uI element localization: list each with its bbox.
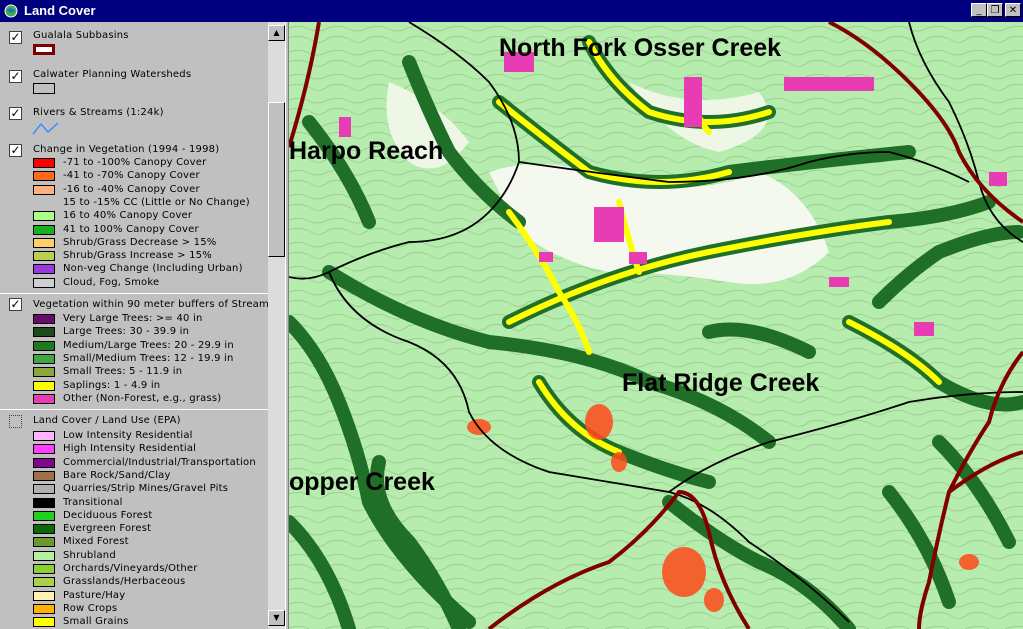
legend-item-label: Transitional [63,496,123,508]
scroll-down-button[interactable]: ▼ [268,610,285,626]
veg-buffers-checkbox[interactable]: ✓ [9,298,22,311]
legend-item-label: High Intensity Residential [63,443,197,455]
legend-swatch [33,524,55,535]
subbasins-checkbox[interactable]: ✓ [9,31,22,44]
legend-scrollbar[interactable]: ▲ ▼ [268,22,285,629]
restore-button[interactable]: ❐ [987,3,1003,17]
legend-item-label: Pasture/Hay [63,589,126,601]
legend-swatch [33,577,55,588]
legend-swatch [33,314,55,324]
legend-swatch [33,444,55,455]
legend-swatch [33,457,55,468]
legend-item-label: Commercial/Industrial/Transportation [63,456,256,468]
legend-item-label: Bare Rock/Sand/Clay [63,469,171,481]
scroll-up-button[interactable]: ▲ [268,25,285,41]
legend-item-label: Shrub/Grass Increase > 15% [63,250,212,262]
map-view[interactable]: North Fork Osser Creek Harpo Reach Flat … [289,22,1023,629]
veg-buffers-title: Vegetation within 90 meter buffers of St… [33,299,268,310]
legend-swatch [33,224,55,235]
legend-swatch [33,564,55,574]
label-harpo-reach: Harpo Reach [289,137,444,165]
title-bar[interactable]: Land Cover _ ❐ ✕ [0,0,1023,22]
legend-item-label: Non-veg Change (Including Urban) [63,263,243,275]
legend-swatch [33,484,55,495]
legend-item-label: -41 to -70% Canopy Cover [63,170,200,182]
legend-item-label: -16 to -40% Canopy Cover [63,183,200,195]
legend-item-label: Small Trees: 5 - 11.9 in [63,366,183,378]
legend-swatch [33,510,55,521]
veg-change-title: Change in Vegetation (1994 - 1998) [33,144,220,155]
legend-item-label: Small/Medium Trees: 12 - 19.9 in [63,352,234,364]
map-canvas [289,22,1023,629]
land-cover-window: Land Cover _ ❐ ✕ ✓ Gualala Subbasins ✓ C… [0,0,1023,629]
minimize-button[interactable]: _ [971,3,987,17]
streams-title: Rivers & Streams (1:24k) [33,107,164,118]
legend-item-label: Saplings: 1 - 4.9 in [63,379,161,391]
legend-item-label: Other (Non-Forest, e.g., grass) [63,392,222,404]
legend-item-label: Evergreen Forest [63,523,152,535]
legend-swatch [33,603,55,614]
subbasin-swatch [33,44,55,55]
legend-divider [0,293,268,294]
window-title: Land Cover [24,3,96,18]
legend-item-label: Very Large Trees: >= 40 in [63,313,203,324]
legend-swatch [33,340,55,351]
legend-item-label: 15 to -15% CC (Little or No Change) [63,196,250,208]
legend-item-label: Shrub/Grass Decrease > 15% [63,236,217,248]
streams-checkbox[interactable]: ✓ [9,107,22,120]
legend-swatch [33,171,55,182]
watersheds-checkbox[interactable]: ✓ [9,70,22,83]
land-cover-title: Land Cover / Land Use (EPA) [33,415,181,426]
legend-swatch [33,353,55,364]
land-cover-checkbox[interactable] [9,415,22,428]
legend-item-label: Mixed Forest [63,536,129,548]
legend-swatch [33,327,55,338]
legend-swatch [33,184,55,195]
legend-swatch [33,367,55,378]
legend-swatch [33,380,55,391]
legend-swatch [33,211,55,222]
legend-item-label: Shrubland [63,549,116,561]
legend-swatch [33,251,55,262]
legend-swatch [33,393,55,404]
veg-change-checkbox[interactable]: ✓ [9,144,22,157]
legend-item-label: Quarries/Strip Mines/Gravel Pits [63,483,229,495]
legend-swatch [33,470,55,481]
legend-item-label: 16 to 40% Canopy Cover [63,210,193,222]
legend-swatch [33,264,55,275]
legend-item-label: Orchards/Vineyards/Other [63,563,198,574]
legend-swatch [33,590,55,601]
legend-item-label: 41 to 100% Canopy Cover [63,223,199,235]
legend-item-label: Medium/Large Trees: 20 - 29.9 in [63,339,234,351]
legend-swatch [33,431,55,441]
legend-swatch [33,537,55,548]
legend-item-label: Deciduous Forest [63,509,153,521]
legend-swatch [33,158,55,168]
legend-item-label: Small Grains [63,616,129,628]
legend-panel: ✓ Gualala Subbasins ✓ Calwater Planning … [0,22,268,629]
watershed-swatch [33,83,55,94]
label-north-fork-osser-creek: North Fork Osser Creek [499,34,782,62]
legend-swatch [33,497,55,508]
legend-item-label: Row Crops [63,602,118,614]
legend-divider [0,409,268,410]
legend-item-label: Cloud, Fog, Smoke [63,276,160,288]
label-copper-creek: opper Creek [289,468,435,496]
legend-swatch [33,617,55,628]
legend-swatch [33,550,55,561]
legend-item-label: -71 to -100% Canopy Cover [63,157,207,168]
close-button[interactable]: ✕ [1005,3,1021,17]
subbasins-title: Gualala Subbasins [33,30,129,41]
watersheds-title: Calwater Planning Watersheds [33,69,192,80]
stream-line-icon [32,122,59,135]
legend-item-label: Low Intensity Residential [63,430,193,441]
legend-item-label: Large Trees: 30 - 39.9 in [63,326,190,338]
label-flat-ridge-creek: Flat Ridge Creek [622,369,820,397]
globe-icon [4,4,18,18]
legend-swatch [33,237,55,248]
legend-item-label: Grasslands/Herbaceous [63,576,186,588]
scroll-thumb[interactable] [268,102,285,257]
legend-swatch [33,277,55,288]
